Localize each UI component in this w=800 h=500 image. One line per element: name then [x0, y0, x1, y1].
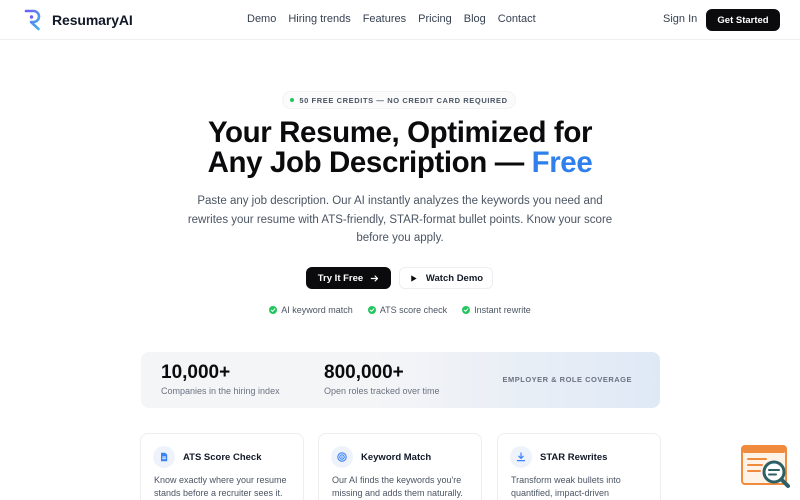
- nav-link-blog[interactable]: Blog: [464, 13, 486, 25]
- check-circle-icon: [462, 306, 471, 314]
- watch-demo-label: Watch Demo: [425, 272, 484, 284]
- check-item-keyword-match: AI keyword match: [269, 305, 353, 315]
- top-navbar: ResumaryAI Demo Hiring trends Features P…: [0, 0, 800, 40]
- check-label: Instant rewrite: [474, 305, 531, 315]
- nav-link-hiring-trends[interactable]: Hiring trends: [288, 13, 350, 25]
- stat-label: Companies in the hiring index: [161, 386, 280, 396]
- free-credits-text: 50 FREE CREDITS — NO CREDIT CARD REQUIRE…: [299, 95, 508, 105]
- hero-title-accent: Free: [531, 146, 593, 179]
- check-label: AI keyword match: [281, 305, 353, 315]
- card-description: Our AI finds the keywords you're missing…: [332, 475, 463, 498]
- arrow-right-icon: [370, 274, 379, 282]
- nav-link-features[interactable]: Features: [363, 13, 406, 25]
- card-title: STAR Rewrites: [540, 452, 608, 463]
- feature-card-ats-score: ATS Score Check Know exactly where your …: [140, 433, 304, 500]
- check-circle-icon: [269, 306, 278, 314]
- target-icon: [337, 452, 347, 462]
- card-title: Keyword Match: [361, 452, 432, 463]
- stat-label: Open roles tracked over time: [324, 386, 440, 396]
- check-item-instant-rewrite: Instant rewrite: [462, 305, 531, 315]
- hero-cta-row: Try It Free Watch Demo: [0, 267, 800, 289]
- resume-scan-widget-icon[interactable]: [740, 444, 792, 490]
- stat-value: 800,000+: [324, 362, 404, 383]
- document-icon: [161, 452, 168, 462]
- nav-link-pricing[interactable]: Pricing: [418, 13, 452, 25]
- status-dot-icon: [290, 98, 295, 102]
- stat-value: 10,000+: [161, 362, 231, 383]
- play-icon: [411, 274, 417, 282]
- try-it-free-button[interactable]: Try It Free: [306, 267, 391, 289]
- card-description: Know exactly where your resume stands be…: [154, 475, 287, 498]
- hero-title: Your Resume, Optimized for Any Job Descr…: [0, 118, 800, 178]
- download-icon: [516, 452, 526, 462]
- hero-subtitle: Paste any job description. Our AI instan…: [187, 195, 613, 245]
- coverage-tag: EMPLOYER & ROLE COVERAGE: [502, 375, 632, 384]
- free-credits-badge: 50 FREE CREDITS — NO CREDIT CARD REQUIRE…: [282, 91, 516, 109]
- nav-link-contact[interactable]: Contact: [498, 13, 536, 25]
- brand-name: ResumaryAI: [52, 12, 133, 28]
- card-icon-badge: [331, 446, 353, 468]
- get-started-button[interactable]: Get Started: [706, 9, 780, 31]
- card-title: ATS Score Check: [183, 452, 262, 463]
- check-circle-icon: [367, 306, 376, 314]
- watch-demo-button[interactable]: Watch Demo: [399, 267, 493, 289]
- card-icon-badge: [510, 446, 532, 468]
- try-it-free-label: Try It Free: [317, 272, 364, 284]
- card-icon-badge: [153, 446, 175, 468]
- check-label: ATS score check: [379, 305, 448, 315]
- sign-in-link[interactable]: Sign In: [663, 13, 697, 25]
- stat-companies: 10,000+ Companies in the hiring index: [161, 362, 280, 396]
- feature-checklist: AI keyword match ATS score check Instant…: [0, 305, 800, 315]
- card-description: Transform weak bullets into quantified, …: [511, 475, 621, 498]
- hero-title-line-2: Any Job Description —: [207, 146, 525, 179]
- brand-logo-icon: [24, 9, 41, 31]
- stat-open-roles: 800,000+ Open roles tracked over time: [324, 362, 440, 396]
- coverage-stats-banner: 10,000+ Companies in the hiring index 80…: [141, 352, 660, 408]
- feature-card-keyword-match: Keyword Match Our AI finds the keywords …: [318, 433, 482, 500]
- feature-card-star-rewrites: STAR Rewrites Transform weak bullets int…: [497, 433, 661, 500]
- nav-link-demo[interactable]: Demo: [247, 13, 276, 25]
- hero-title-line-1: Your Resume, Optimized for: [207, 116, 593, 149]
- nav-links: Demo Hiring trends Features Pricing Blog…: [247, 13, 536, 25]
- brand-logo-link[interactable]: ResumaryAI: [23, 9, 133, 31]
- check-item-ats-score: ATS score check: [367, 305, 448, 315]
